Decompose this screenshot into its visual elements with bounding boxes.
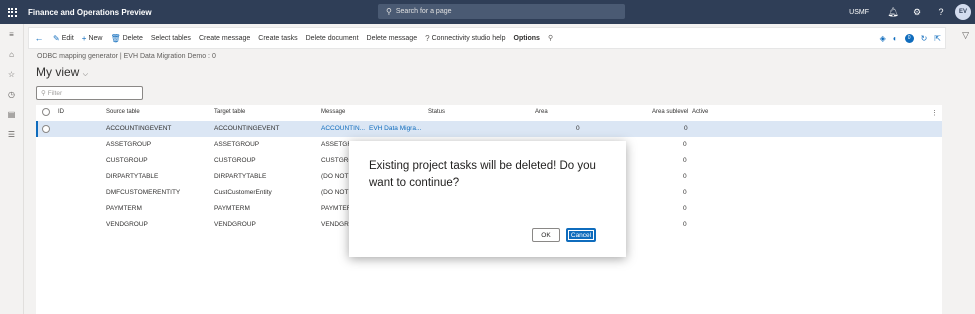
ok-button[interactable]: OK [532,228,560,242]
confirm-dialog: Existing project tasks will be deleted! … [349,141,626,257]
dialog-message: Existing project tasks will be deleted! … [369,160,596,189]
cancel-button[interactable]: Cancel [566,228,596,242]
modal-overlay: Existing project tasks will be deleted! … [0,0,975,314]
